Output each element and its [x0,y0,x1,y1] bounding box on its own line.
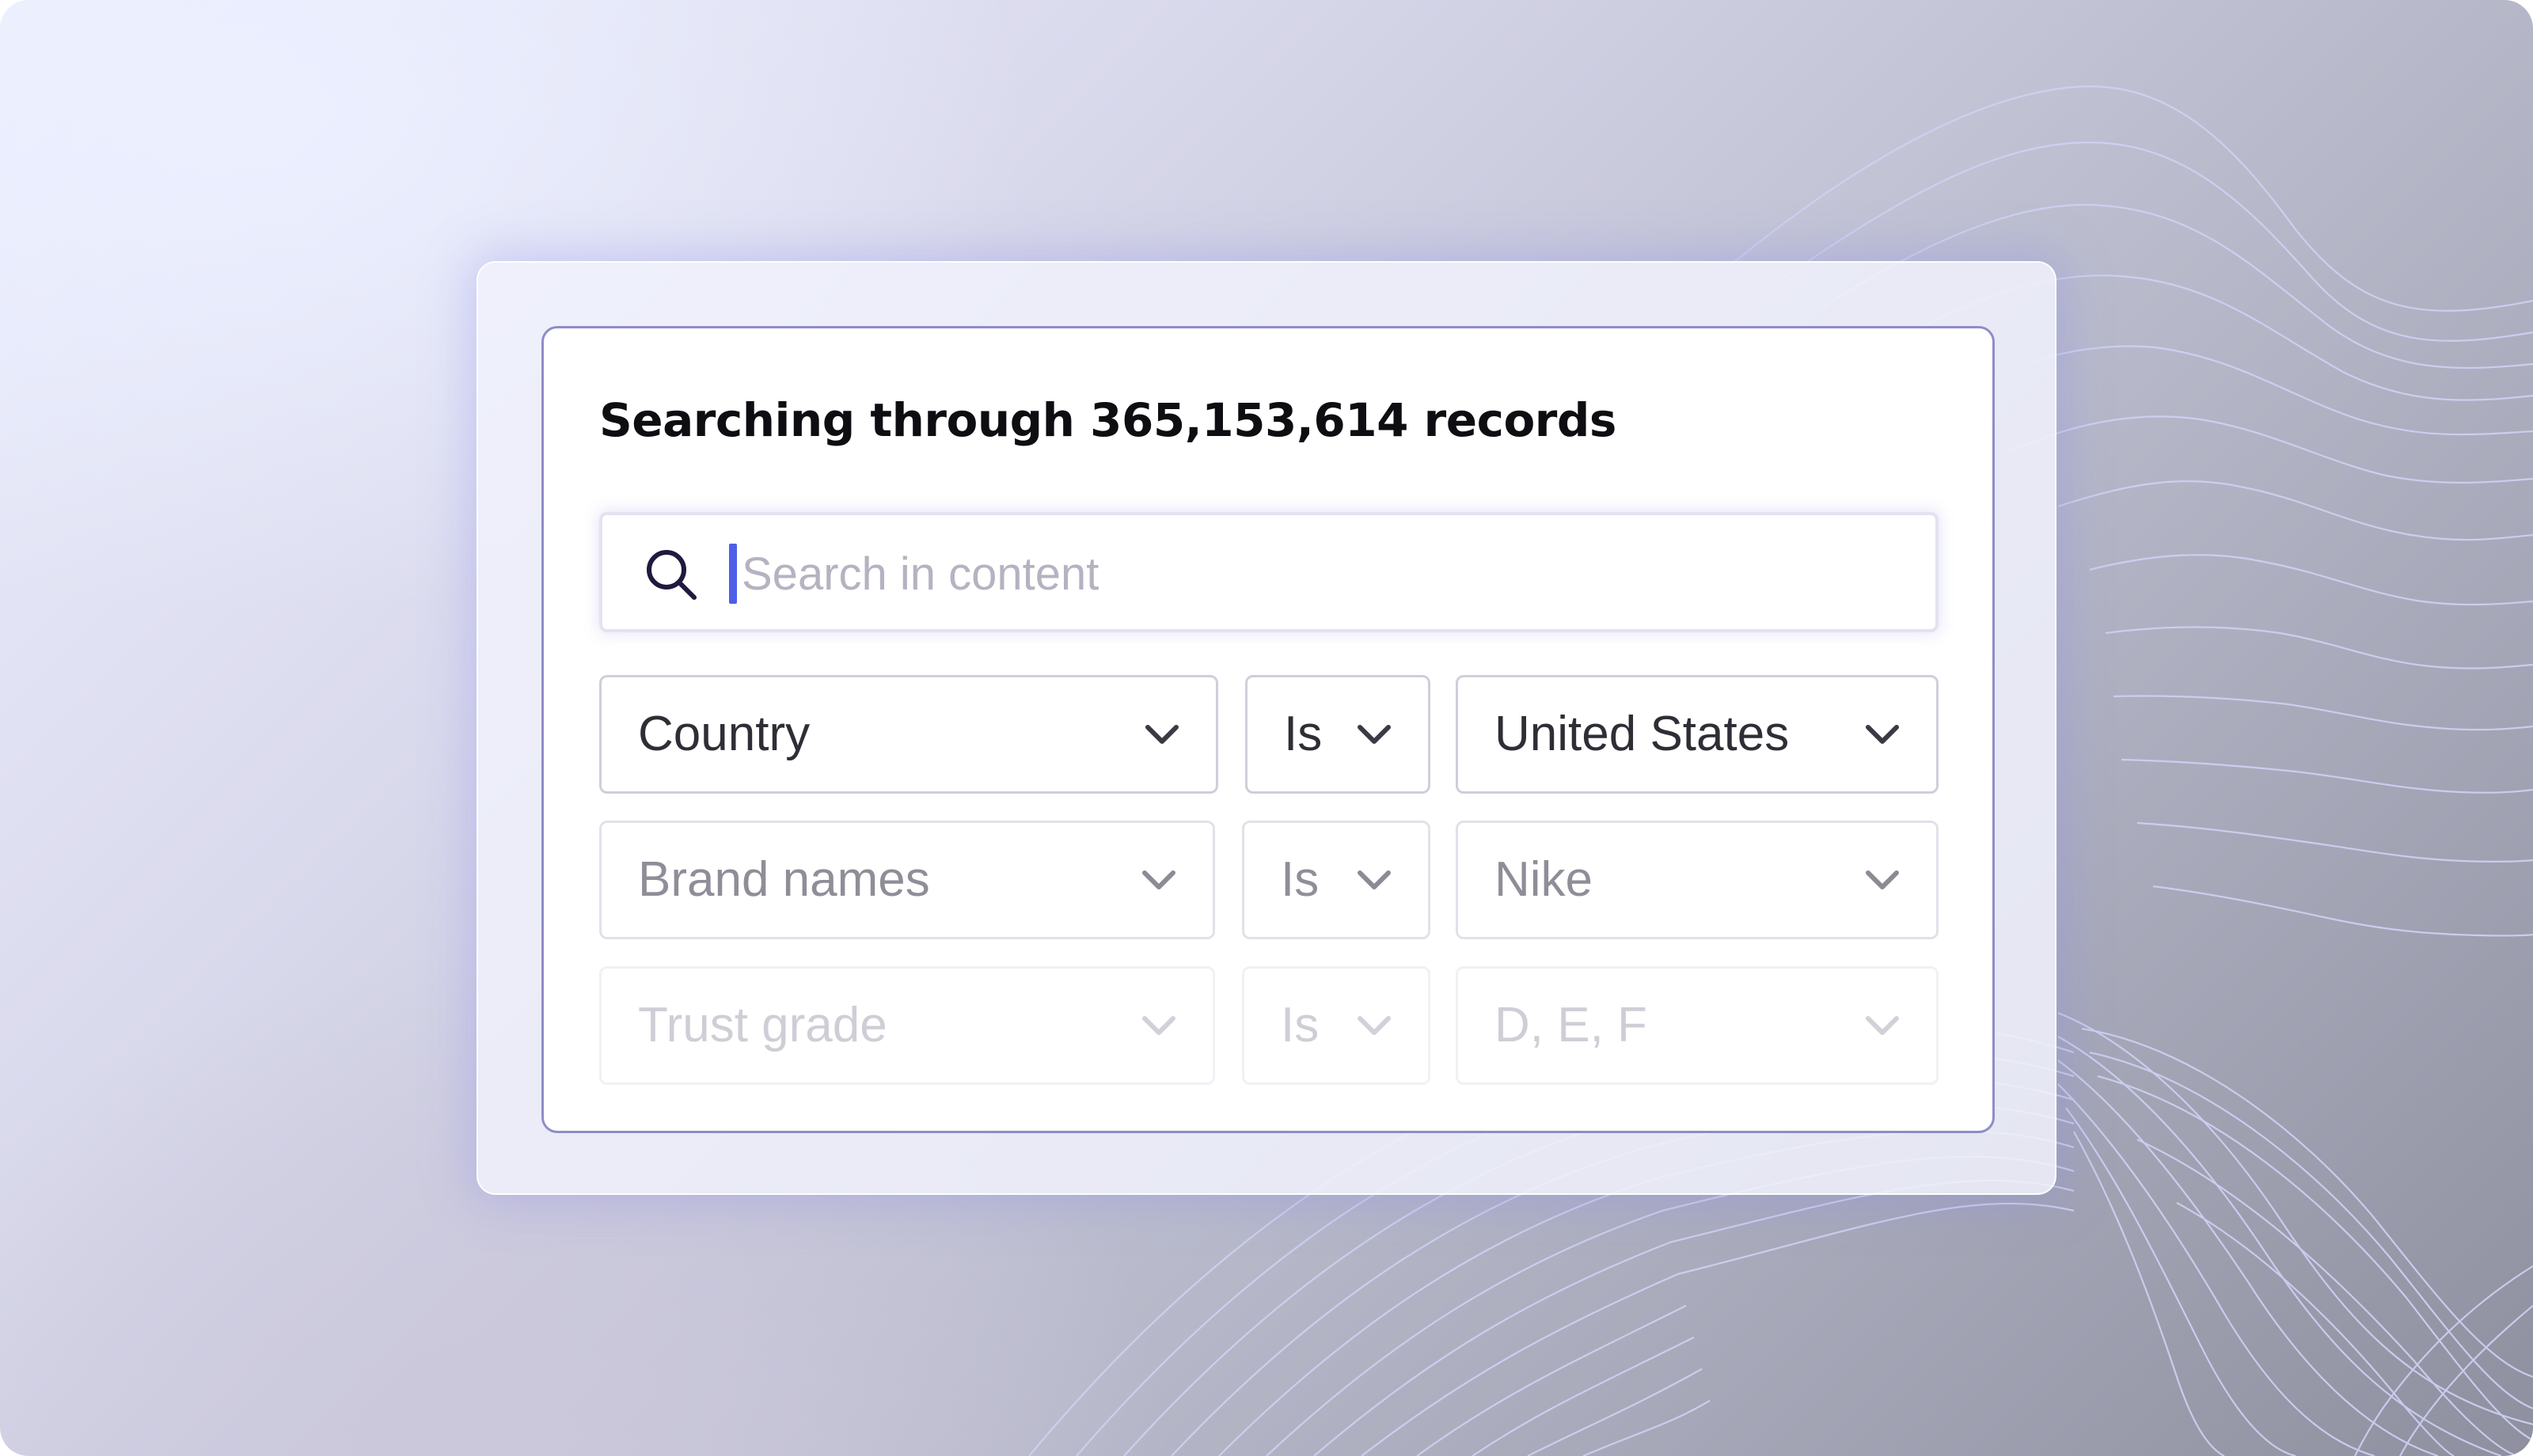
filter-field-label: Country [638,707,811,761]
search-panel: Searching through 365,153,614 records Co… [541,326,1995,1133]
filter-field-label: Brand names [638,852,930,907]
filter-operator-label: Is [1284,707,1323,761]
filter-value-label: D, E, F [1494,998,1647,1052]
filter-field-select[interactable]: Brand names [599,821,1215,939]
chevron-down-icon [1358,1016,1391,1035]
filter-field-select[interactable]: Country [599,675,1218,794]
filter-field-select[interactable]: Trust grade [599,966,1215,1085]
filter-row: Trust grade Is D, E, F [599,966,1939,1085]
search-icon [647,550,697,600]
background-canvas: Searching through 365,153,614 records Co… [0,0,2533,1456]
chevron-down-icon [1142,1016,1175,1035]
chevron-down-icon [1145,725,1179,744]
filter-operator-select[interactable]: Is [1245,675,1430,794]
search-input[interactable] [742,531,1913,616]
text-cursor [729,544,737,604]
filter-value-select[interactable]: D, E, F [1456,966,1939,1085]
chevron-down-icon [1866,1016,1899,1035]
filter-value-select[interactable]: Nike [1456,821,1939,939]
search-box[interactable] [599,512,1939,632]
filter-value-label: Nike [1494,852,1593,907]
chevron-down-icon [1866,725,1899,744]
chevron-down-icon [1866,870,1899,889]
filter-row: Country Is United States [599,675,1939,794]
filter-operator-select[interactable]: Is [1242,966,1430,1085]
chevron-down-icon [1358,870,1391,889]
filter-operator-label: Is [1281,998,1320,1052]
chevron-down-icon [1358,725,1391,744]
panel-title: Searching through 365,153,614 records [599,393,1616,447]
filter-row: Brand names Is Nike [599,821,1939,939]
filter-value-label: United States [1494,707,1790,761]
filter-operator-label: Is [1281,852,1320,907]
search-card: Searching through 365,153,614 records Co… [477,261,2056,1195]
filter-field-label: Trust grade [638,998,887,1052]
filter-operator-select[interactable]: Is [1242,821,1430,939]
chevron-down-icon [1142,870,1175,889]
filter-value-select[interactable]: United States [1456,675,1939,794]
